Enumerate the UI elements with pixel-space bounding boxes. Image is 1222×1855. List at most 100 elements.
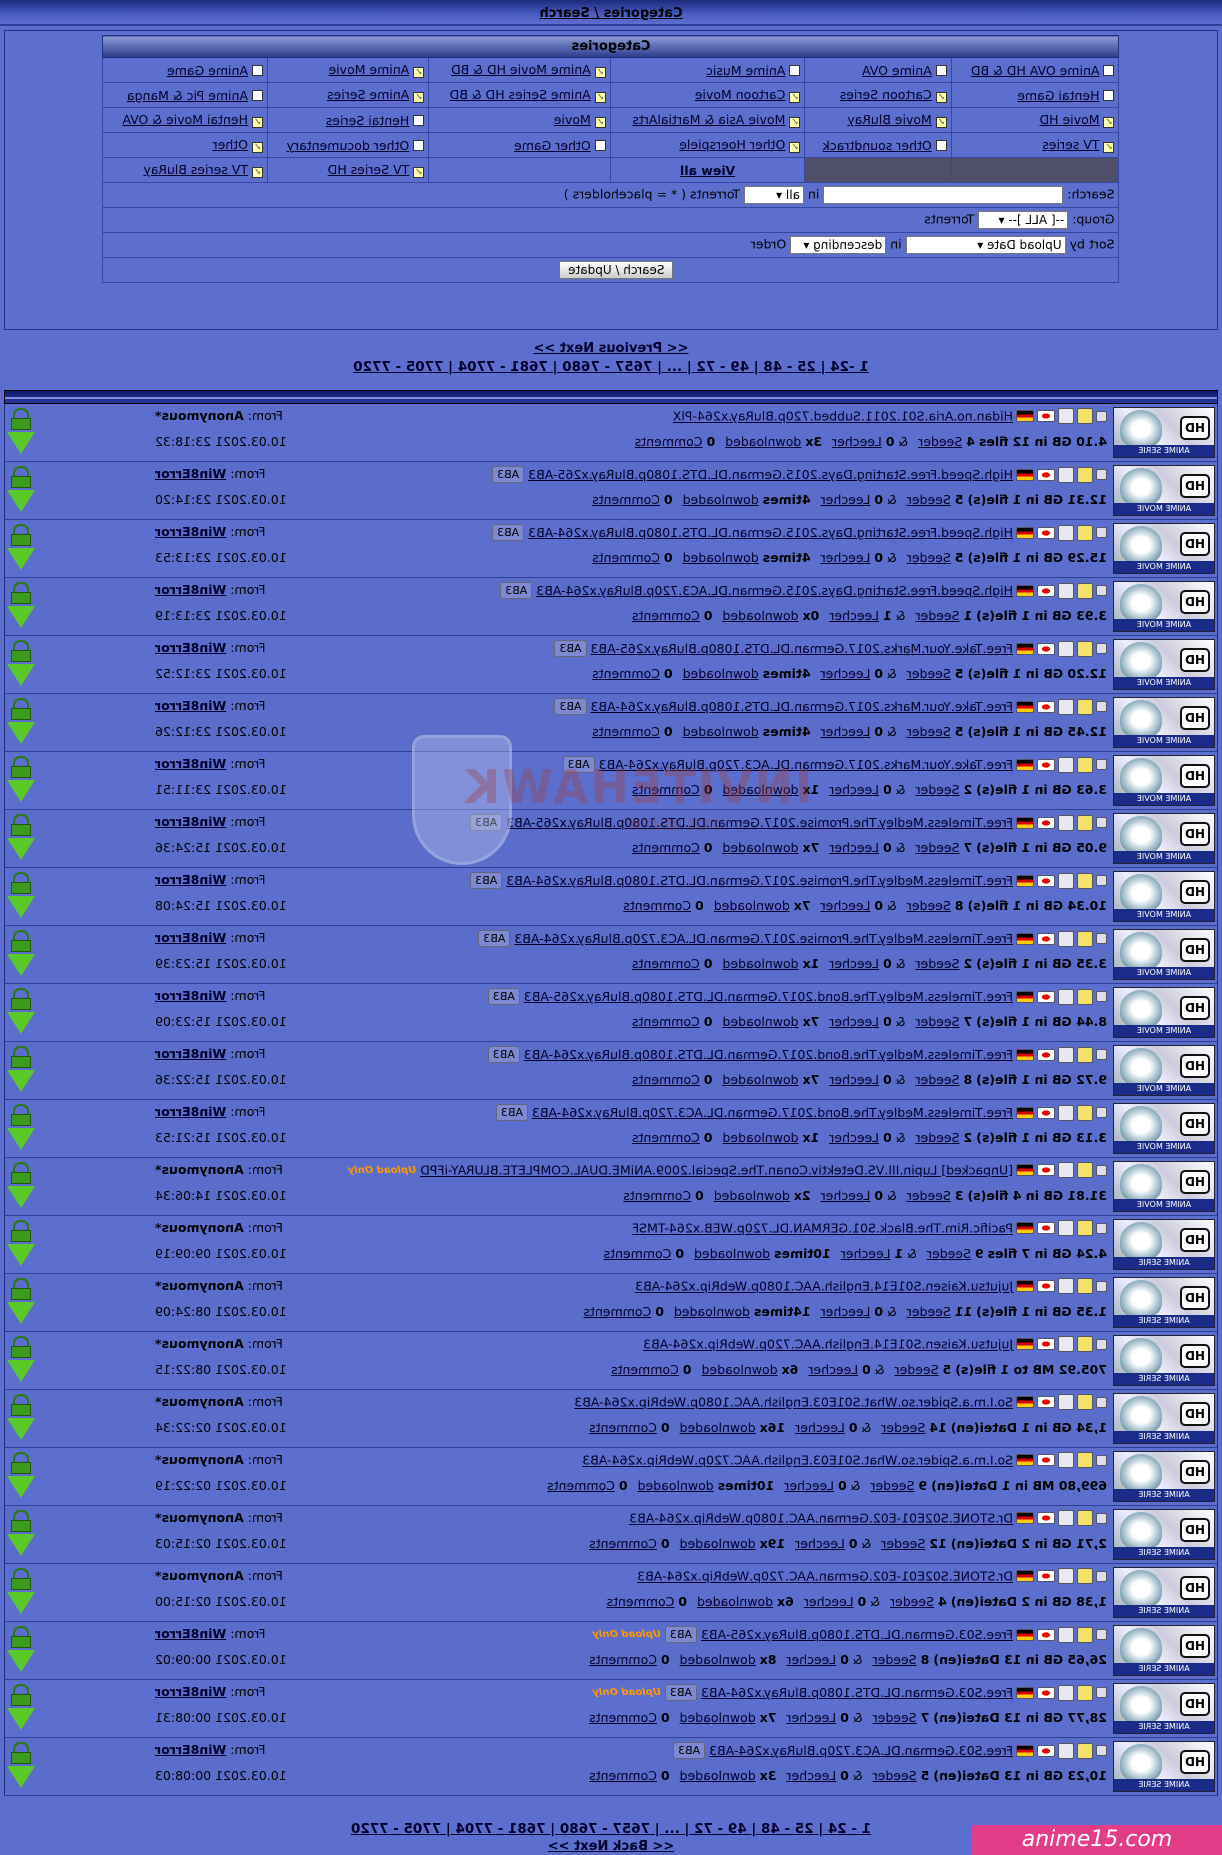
comments-link[interactable]: Comments: [632, 608, 700, 623]
downloaded-link[interactable]: downloaded: [683, 492, 759, 507]
downloaded-link[interactable]: downloaded: [722, 1014, 798, 1029]
downloaded-link[interactable]: downloaded: [722, 1072, 798, 1087]
expand-icon[interactable]: [1096, 1107, 1107, 1118]
category-label[interactable]: Anime Game: [167, 63, 248, 78]
category-cell[interactable]: Other soundtrack: [804, 132, 952, 158]
checkbox-checked-icon[interactable]: ✓: [1103, 117, 1115, 128]
expand-icon[interactable]: [1096, 1338, 1107, 1350]
torrent-name[interactable]: Free.Timeless.Medley.The.Bond.2017.Germa…: [532, 1105, 1013, 1120]
category-cell[interactable]: ✓ Other Hoerspiele: [610, 132, 805, 158]
torrent-thumbnail[interactable]: HD ANIME MOVIE: [1113, 697, 1215, 748]
seeder-link[interactable]: Seeder: [907, 724, 951, 739]
uploader-name[interactable]: Win8Error: [155, 582, 226, 597]
seeder-link[interactable]: Seeder: [907, 1304, 951, 1319]
checkbox-checked-icon[interactable]: ✓: [935, 92, 947, 103]
download-icon[interactable]: [7, 1336, 35, 1386]
torrent-name[interactable]: Free.S03.German.DL.AC3.720p.BluRay.x264-…: [709, 1743, 1013, 1758]
torrent-thumbnail[interactable]: HD ANIME SERIE: [1113, 1219, 1215, 1270]
torrent-thumbnail[interactable]: HD ANIME MOVIE: [1113, 929, 1215, 980]
leecher-link[interactable]: Leecher: [829, 956, 879, 971]
seeder-link[interactable]: Seeder: [907, 492, 951, 507]
seeder-link[interactable]: Seeder: [915, 782, 959, 797]
seeder-link[interactable]: Seeder: [881, 1420, 925, 1435]
page-title[interactable]: Categories / Search: [539, 6, 682, 21]
seeder-link[interactable]: Seeder: [907, 1188, 951, 1203]
checkbox-checked-icon[interactable]: ✓: [252, 142, 264, 153]
category-cell[interactable]: Anime OVA HD & BD: [951, 57, 1119, 83]
search-update-button[interactable]: Search / Update: [559, 261, 674, 279]
checkbox-icon[interactable]: [413, 114, 425, 126]
category-cell[interactable]: ✓Movie: [428, 107, 611, 133]
category-cell[interactable]: ✓Cartoon Series: [804, 82, 952, 108]
seeder-link[interactable]: Seeder: [907, 898, 951, 913]
expand-icon[interactable]: [1096, 1280, 1107, 1292]
torrent-name[interactable]: Jujutsu.Kaisen.S01E14.English.AAC.1080p.…: [635, 1279, 1013, 1294]
expand-icon[interactable]: [1096, 469, 1107, 480]
seeder-link[interactable]: Seeder: [918, 434, 962, 449]
category-label[interactable]: Other Game: [514, 138, 591, 153]
category-label[interactable]: Anime Pic & Manga: [127, 88, 248, 103]
uploader-name[interactable]: Win8Error: [155, 1742, 226, 1757]
sort-dir-select[interactable]: descending ▾: [790, 236, 887, 254]
seeder-link[interactable]: Seeder: [915, 1014, 959, 1029]
torrent-thumbnail[interactable]: HD ANIME SERIE: [1113, 1625, 1215, 1676]
uploader-name[interactable]: Win8Error: [155, 524, 226, 539]
download-icon[interactable]: [7, 1742, 35, 1792]
download-icon[interactable]: [7, 1278, 35, 1328]
expand-icon[interactable]: [1096, 701, 1107, 712]
download-icon[interactable]: [7, 930, 35, 980]
expand-icon[interactable]: [1096, 1222, 1107, 1234]
download-icon[interactable]: [7, 582, 35, 632]
comments-link[interactable]: Comments: [589, 1420, 657, 1435]
comments-link[interactable]: Comments: [589, 1768, 657, 1783]
comments-link[interactable]: Comments: [632, 1072, 700, 1087]
download-icon[interactable]: [7, 1452, 35, 1502]
torrent-name[interactable]: Dr.STONE.S02E01-E02.German.AAC.720p.WebR…: [637, 1569, 1013, 1584]
downloaded-link[interactable]: downloaded: [680, 1536, 756, 1551]
category-label[interactable]: Cartoon Series: [840, 87, 932, 102]
torrent-thumbnail[interactable]: HD ANIME MOVIE: [1113, 581, 1215, 632]
category-cell[interactable]: ✓ Hentai Movie & OVA: [103, 107, 268, 133]
torrent-name[interactable]: Free.Timeless.Medley.The.Promise.2017.Ge…: [514, 931, 1013, 946]
leecher-link[interactable]: Leecher: [821, 1304, 871, 1319]
category-cell[interactable]: Other documentary: [267, 132, 429, 158]
checkbox-checked-icon[interactable]: ✓: [935, 117, 947, 128]
torrent-name[interactable]: So.I.m.a.Spider.so.What.S01E03.English.A…: [582, 1453, 1013, 1468]
download-icon[interactable]: [7, 640, 35, 690]
category-cell[interactable]: View all: [610, 157, 805, 183]
torrent-name[interactable]: Free.Timeless.Medley.The.Bond.2017.Germa…: [524, 1047, 1013, 1062]
leecher-link[interactable]: Leecher: [829, 840, 879, 855]
uploader-name[interactable]: Win8Error: [155, 814, 226, 829]
checkbox-checked-icon[interactable]: ✓: [413, 92, 425, 103]
category-cell[interactable]: Anime OVA: [804, 57, 952, 83]
leecher-link[interactable]: Leecher: [821, 1188, 871, 1203]
uploader-name[interactable]: Win8Error: [155, 930, 226, 945]
comments-link[interactable]: Comments: [547, 1478, 615, 1493]
torrent-name[interactable]: High.Speed.Free.Starting.Days.2015.Germa…: [528, 525, 1013, 540]
expand-icon[interactable]: [1096, 1570, 1107, 1582]
category-cell[interactable]: ✓Cartoon Movie: [610, 82, 805, 108]
category-label[interactable]: Movie: [554, 112, 591, 127]
torrent-thumbnail[interactable]: HD ANIME MOVIE: [1113, 465, 1215, 516]
downloaded-link[interactable]: downloaded: [680, 1420, 756, 1435]
comments-link[interactable]: Comments: [589, 1652, 657, 1667]
download-icon[interactable]: [7, 698, 35, 748]
download-icon[interactable]: [7, 1220, 35, 1270]
expand-icon[interactable]: [1096, 933, 1107, 944]
prev-next-nav[interactable]: << Previous Next >>: [0, 340, 1222, 358]
category-label[interactable]: Anime Series: [327, 87, 409, 102]
category-label[interactable]: Other: [213, 137, 249, 152]
category-cell[interactable]: ✓Movie HD: [951, 107, 1119, 133]
downloaded-link[interactable]: downloaded: [714, 898, 790, 913]
downloaded-link[interactable]: downloaded: [638, 1478, 714, 1493]
torrent-thumbnail[interactable]: HD ANIME MOVIE: [1113, 1161, 1215, 1212]
seeder-link[interactable]: Seeder: [915, 608, 959, 623]
category-cell[interactable]: ✓Anime Movie HD & BD: [428, 57, 611, 83]
category-cell[interactable]: ✓ Movie BluRay: [804, 107, 952, 133]
category-cell[interactable]: Other Game: [428, 132, 611, 158]
checkbox-icon[interactable]: [413, 139, 425, 151]
expand-icon[interactable]: [1096, 1164, 1107, 1176]
category-cell[interactable]: Anime Music: [610, 57, 805, 83]
comments-link[interactable]: Comments: [589, 1710, 657, 1725]
sort-field-select[interactable]: Upload Date ▾: [905, 236, 1066, 254]
